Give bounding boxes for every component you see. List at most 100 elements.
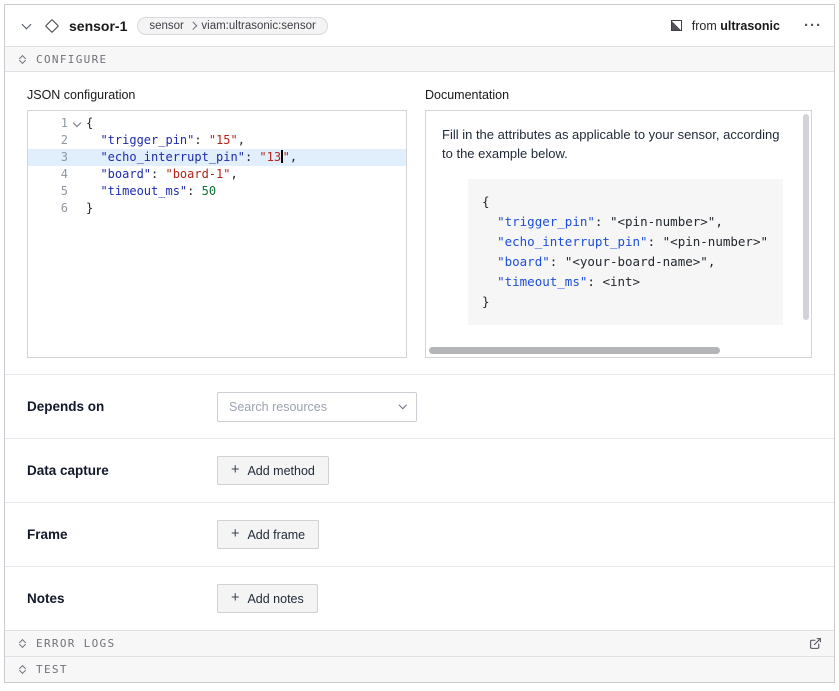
add-notes-button-label: Add notes: [247, 592, 303, 606]
code-token: "<pin-number>": [663, 234, 768, 249]
line-number: 5: [28, 183, 68, 200]
model-badge: viam:ultrasonic:sensor: [201, 20, 315, 32]
depends-on-select[interactable]: Search resources: [217, 392, 417, 422]
code-token: ": [283, 150, 290, 164]
code-text: }: [482, 292, 490, 312]
vertical-scrollbar[interactable]: [801, 114, 810, 343]
plus-icon: +: [231, 591, 239, 606]
vertical-scrollbar-thumb[interactable]: [803, 114, 809, 320]
type-badge: sensor: [149, 20, 184, 32]
code-token: :: [187, 184, 201, 198]
code-token: "board": [497, 254, 550, 269]
code-token: ,: [238, 133, 245, 147]
line-number-gutter: 3: [28, 149, 86, 166]
code-line[interactable]: 6}: [28, 200, 406, 217]
doc-intro-text: Fill in the attributes as applicable to …: [442, 126, 782, 164]
code-line: "echo_interrupt_pin": "<pin-number>": [482, 232, 769, 252]
code-token: "echo_interrupt_pin": [497, 234, 648, 249]
line-number-gutter: 5: [28, 183, 86, 200]
code-token: "13: [259, 150, 281, 164]
json-editor[interactable]: 1{2 "trigger_pin": "15",3 "echo_interrup…: [27, 110, 407, 358]
open-external-icon[interactable]: [809, 637, 822, 650]
code-token: }: [482, 294, 490, 309]
configure-section-header[interactable]: CONFIGURE: [5, 46, 834, 72]
fold-gutter: [68, 149, 86, 166]
line-number: 4: [28, 166, 68, 183]
code-token: ,: [231, 167, 238, 181]
module-icon: [671, 20, 682, 31]
depends-on-row: Depends on Search resources: [5, 374, 834, 438]
code-text: {: [86, 115, 93, 132]
code-token: 50: [202, 184, 216, 198]
line-number-gutter: 1: [28, 115, 86, 132]
code-token: [86, 150, 100, 164]
test-section-header[interactable]: TEST: [5, 656, 834, 682]
add-method-button[interactable]: + Add method: [217, 456, 329, 485]
horizontal-scrollbar-thumb[interactable]: [429, 347, 720, 354]
frame-label: Frame: [27, 527, 217, 542]
code-token: :: [587, 274, 602, 289]
line-number-gutter: 2: [28, 132, 86, 149]
code-text: "board": "<your-board-name>",: [482, 252, 715, 272]
code-text: "echo_interrupt_pin": "13",: [86, 149, 297, 166]
from-label: from: [692, 19, 717, 33]
add-frame-button-label: Add frame: [247, 528, 305, 542]
line-number: 1: [28, 115, 68, 132]
component-badges: sensor viam:ultrasonic:sensor: [137, 17, 327, 35]
error-logs-section-label: ERROR LOGS: [36, 637, 115, 650]
line-number: 2: [28, 132, 68, 149]
collapse-section-icon: [17, 640, 27, 647]
plus-icon: +: [231, 463, 239, 478]
code-token: [86, 184, 100, 198]
code-token: {: [482, 194, 490, 209]
code-line: {: [482, 192, 769, 212]
code-line[interactable]: 2 "trigger_pin": "15",: [28, 132, 406, 149]
module-source: from ultrasonic: [692, 19, 780, 33]
horizontal-scrollbar[interactable]: [429, 347, 797, 355]
fold-gutter: [68, 166, 86, 183]
code-text: "timeout_ms": 50: [86, 183, 216, 200]
code-line: }: [482, 292, 769, 312]
code-token: "board-1": [165, 167, 230, 181]
select-placeholder: Search resources: [229, 400, 327, 414]
code-token: "timeout_ms": [497, 274, 587, 289]
code-line[interactable]: 1{: [28, 115, 406, 132]
fold-gutter: [68, 132, 86, 149]
code-text: "board": "board-1",: [86, 166, 238, 183]
more-menu-icon[interactable]: ···: [804, 18, 822, 33]
configure-section-label: CONFIGURE: [36, 53, 107, 66]
code-text: "timeout_ms": <int>: [482, 272, 640, 292]
notes-label: Notes: [27, 591, 217, 606]
code-line[interactable]: 3 "echo_interrupt_pin": "13",: [28, 149, 406, 166]
code-line: "board": "<your-board-name>",: [482, 252, 769, 272]
code-token: "<your-board-name>": [565, 254, 708, 269]
code-token: :: [194, 133, 208, 147]
sensor-component-icon: [45, 18, 59, 32]
collapse-card-button[interactable]: [17, 17, 35, 35]
component-header: sensor-1 sensor viam:ultrasonic:sensor f…: [5, 5, 834, 46]
configure-panel: JSON configuration 1{2 "trigger_pin": "1…: [5, 72, 834, 374]
error-logs-section-header[interactable]: ERROR LOGS: [5, 630, 834, 656]
line-number-gutter: 6: [28, 200, 86, 217]
code-token: :: [648, 234, 663, 249]
json-config-column: JSON configuration 1{2 "trigger_pin": "1…: [27, 88, 407, 358]
fold-gutter: [68, 200, 86, 217]
code-token: }: [86, 201, 93, 215]
code-line[interactable]: 5 "timeout_ms": 50: [28, 183, 406, 200]
configure-columns: JSON configuration 1{2 "trigger_pin": "1…: [27, 88, 812, 374]
fold-gutter: [68, 183, 86, 200]
breadcrumb-chevron-icon: [189, 22, 197, 30]
add-frame-button[interactable]: + Add frame: [217, 520, 319, 549]
code-line[interactable]: 4 "board": "board-1",: [28, 166, 406, 183]
code-token: "<pin-number>": [610, 214, 715, 229]
code-text: "trigger_pin": "<pin-number>",: [482, 212, 723, 232]
code-line: "trigger_pin": "<pin-number>",: [482, 212, 769, 232]
code-token: [86, 133, 100, 147]
code-text: "echo_interrupt_pin": "<pin-number>": [482, 232, 768, 252]
notes-row: Notes + Add notes: [5, 566, 834, 630]
code-text: {: [482, 192, 490, 212]
add-notes-button[interactable]: + Add notes: [217, 584, 318, 613]
fold-arrow-icon[interactable]: [68, 115, 86, 132]
code-token: <int>: [602, 274, 640, 289]
collapse-section-icon: [17, 56, 27, 63]
